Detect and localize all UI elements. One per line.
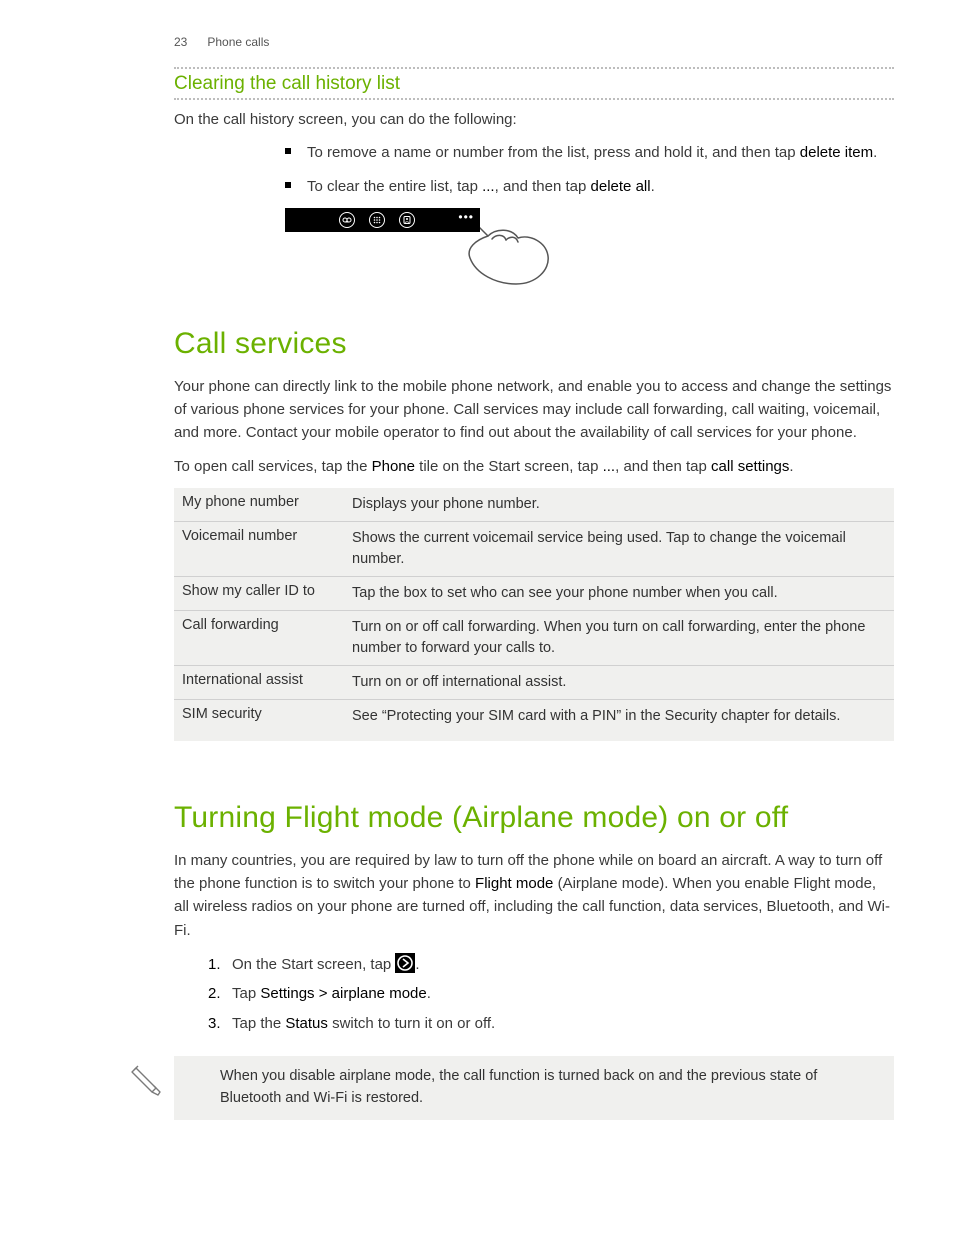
subsection-heading: Clearing the call history list (174, 69, 894, 98)
text-bold: Phone (372, 458, 415, 475)
table-cell-key: My phone number (174, 488, 344, 521)
text-bold: call settings (711, 458, 789, 475)
text-bold: Status (285, 1015, 328, 1032)
pencil-icon (130, 1062, 166, 1106)
paragraph: In many countries, you are required by l… (60, 849, 894, 942)
list-item: Tap Settings > airplane mode. (208, 981, 894, 1007)
numbered-steps: On the Start screen, tap . Tap Settings … (208, 952, 894, 1037)
table-cell-value: See “Protecting your SIM card with a PIN… (344, 700, 894, 733)
phone-appbar: ••• (285, 208, 480, 232)
running-header: 23 Phone calls (60, 35, 894, 49)
table-cell-key: Show my caller ID to (174, 577, 344, 610)
text: Tap (232, 985, 260, 1002)
text: . (427, 985, 431, 1002)
call-services-table: My phone number Displays your phone numb… (174, 488, 894, 741)
note-callout: When you disable airplane mode, the call… (174, 1056, 894, 1120)
page-number: 23 (174, 35, 204, 49)
paragraph: To open call services, tap the Phone til… (60, 455, 894, 478)
list-item: To remove a name or number from the list… (285, 141, 894, 164)
text: , and then tap (615, 458, 711, 475)
table-row: Show my caller ID to Tap the box to set … (174, 577, 894, 611)
table-cell-key: Voicemail number (174, 522, 344, 576)
table-cell-value: Turn on or off call forwarding. When you… (344, 611, 894, 665)
text: Tap the (232, 1015, 285, 1032)
list-item: On the Start screen, tap . (208, 952, 894, 978)
section-heading-call-services: Call services (60, 327, 894, 361)
document-page: 23 Phone calls Clearing the call history… (0, 0, 954, 1180)
table-cell-value: Turn on or off international assist. (344, 666, 894, 699)
table-cell-value: Tap the box to set who can see your phon… (344, 577, 894, 610)
text-bold: Flight mode (475, 875, 553, 892)
table-row: International assist Turn on or off inte… (174, 666, 894, 700)
table-cell-value: Displays your phone number. (344, 488, 894, 521)
text-bold: Settings > airplane mode (260, 985, 426, 1002)
table-row: Call forwarding Turn on or off call forw… (174, 611, 894, 666)
text-bold: delete item (800, 144, 873, 161)
contacts-icon (399, 212, 415, 228)
text: tile on the Start screen, tap (415, 458, 603, 475)
arrow-tile-icon (395, 953, 415, 973)
text: . (415, 956, 419, 973)
section-heading-flight-mode: Turning Flight mode (Airplane mode) on o… (60, 801, 894, 835)
text: . (789, 458, 793, 475)
table-row: Voicemail number Shows the current voice… (174, 522, 894, 577)
table-row: My phone number Displays your phone numb… (174, 488, 894, 522)
illustration: ••• (285, 208, 894, 297)
chapter-name: Phone calls (207, 35, 269, 49)
text: , and then tap (495, 178, 591, 195)
keypad-icon (369, 212, 385, 228)
ellipsis-icon: ... (603, 458, 616, 475)
table-cell-value: Shows the current voicemail service bein… (344, 522, 894, 576)
text: To clear the entire list, tap (307, 178, 482, 195)
paragraph: Your phone can directly link to the mobi… (60, 375, 894, 445)
table-cell-key: Call forwarding (174, 611, 344, 665)
text: . (873, 144, 877, 161)
voicemail-icon (339, 212, 355, 228)
table-row: SIM security See “Protecting your SIM ca… (174, 700, 894, 741)
text: switch to turn it on or off. (328, 1015, 495, 1032)
text: . (651, 178, 655, 195)
text: On the Start screen, tap (232, 956, 395, 973)
bullet-icon (285, 182, 291, 188)
table-cell-key: International assist (174, 666, 344, 699)
text: To remove a name or number from the list… (307, 144, 800, 161)
bullet-list: To remove a name or number from the list… (285, 141, 894, 198)
bullet-icon (285, 148, 291, 154)
table-cell-key: SIM security (174, 700, 344, 733)
note-text: When you disable airplane mode, the call… (220, 1068, 817, 1106)
list-item: To clear the entire list, tap ..., and t… (285, 175, 894, 198)
more-icon: ••• (458, 210, 474, 224)
text-bold: delete all (591, 178, 651, 195)
subsection-clearing-history: Clearing the call history list (174, 67, 894, 100)
text: To open call services, tap the (174, 458, 372, 475)
paragraph: On the call history screen, you can do t… (60, 108, 894, 131)
ellipsis-icon: ... (482, 178, 495, 195)
divider (174, 98, 894, 100)
list-item: Tap the Status switch to turn it on or o… (208, 1011, 894, 1037)
